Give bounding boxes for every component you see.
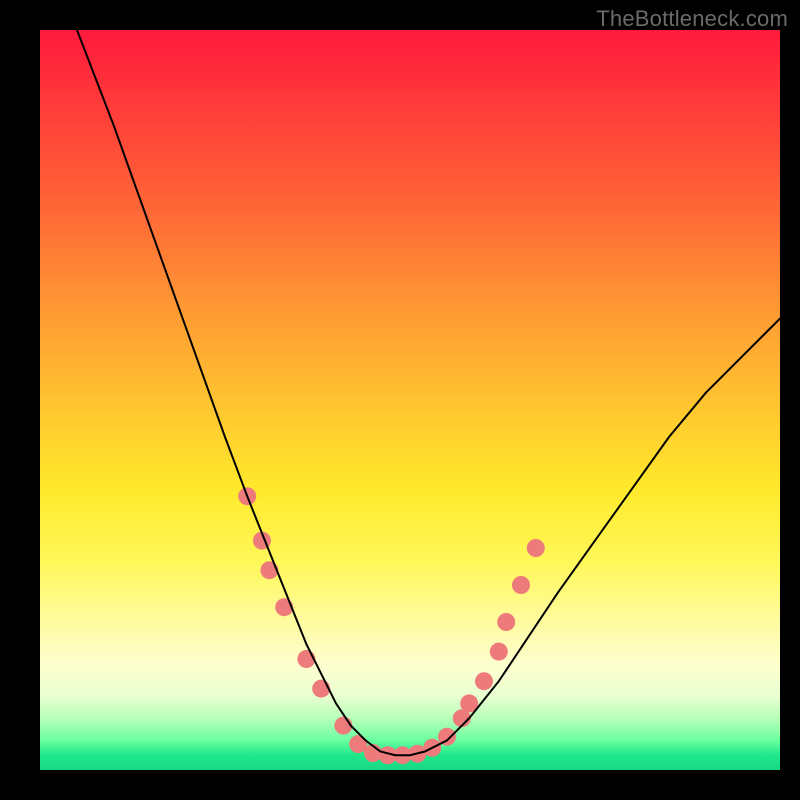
scatter-dot bbox=[512, 576, 530, 594]
chart-svg bbox=[40, 30, 780, 770]
scatter-dot bbox=[260, 561, 278, 579]
bottleneck-curve bbox=[77, 30, 780, 755]
scatter-dot bbox=[527, 539, 545, 557]
scatter-dot bbox=[475, 672, 493, 690]
frame: TheBottleneck.com bbox=[0, 0, 800, 800]
scatter-layer bbox=[238, 487, 545, 764]
scatter-dot bbox=[497, 613, 515, 631]
plot-area bbox=[40, 30, 780, 770]
scatter-dot bbox=[275, 598, 293, 616]
scatter-dot bbox=[490, 643, 508, 661]
watermark-text: TheBottleneck.com bbox=[596, 6, 788, 32]
